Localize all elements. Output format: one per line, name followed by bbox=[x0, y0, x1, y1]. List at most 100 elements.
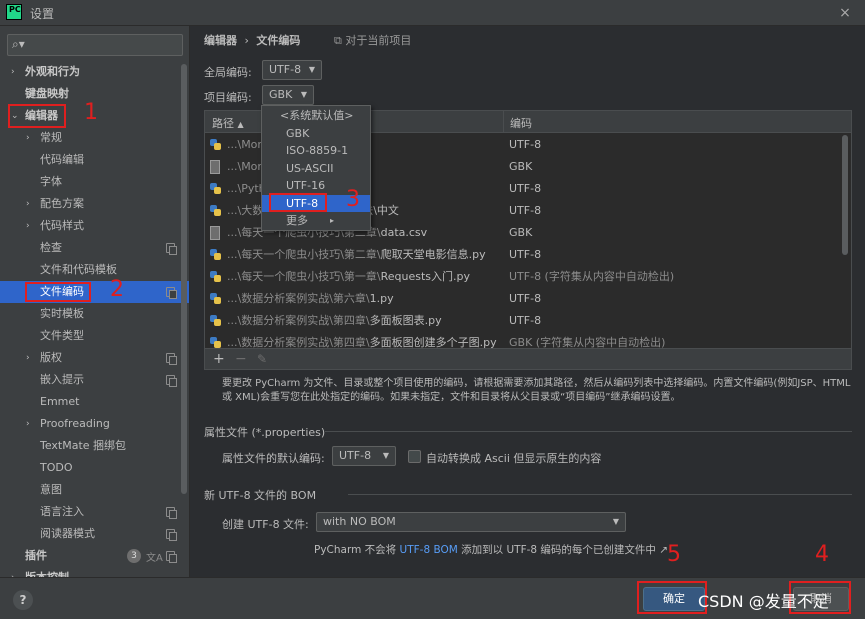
sidebar-item[interactable]: 文件和代码模板 bbox=[0, 259, 189, 281]
annotation-number-1: 1 bbox=[84, 100, 98, 125]
annotation-box-1 bbox=[8, 104, 66, 128]
sidebar-item[interactable]: TextMate 捆绑包 bbox=[0, 435, 189, 457]
chevron-right-icon[interactable]: › bbox=[26, 193, 30, 215]
file-encoding[interactable]: UTF-8 bbox=[509, 310, 541, 332]
sidebar-item-label: 文件和代码模板 bbox=[40, 263, 117, 276]
sidebar-item-label: 常规 bbox=[40, 131, 62, 144]
table-row[interactable]: ...\数据分析案例实战\第四章\多面板图表.py UTF-8 bbox=[205, 310, 851, 332]
chevron-right-icon[interactable]: › bbox=[11, 61, 15, 83]
sidebar-item[interactable]: › Proofreading bbox=[0, 413, 189, 435]
sidebar-item-label: 键盘映射 bbox=[25, 87, 69, 100]
encoding-option[interactable]: US-ASCII bbox=[262, 160, 370, 178]
sidebar-item-label: 嵌入提示 bbox=[40, 373, 84, 386]
annotation-box-5 bbox=[637, 581, 707, 614]
chevron-right-icon[interactable]: › bbox=[26, 127, 30, 149]
sidebar-scrollbar[interactable] bbox=[181, 64, 187, 494]
python-file-icon bbox=[210, 248, 222, 262]
table-row[interactable]: ...\每天一个爬虫小技巧\第一章\Requests入门.py UTF-8 (字符… bbox=[205, 266, 851, 288]
file-encoding[interactable]: UTF-8 (字符集从内容中自动检出) bbox=[509, 266, 674, 288]
add-icon[interactable]: + bbox=[213, 351, 225, 367]
help-button[interactable]: ? bbox=[13, 590, 33, 610]
chevron-down-icon: ▼ bbox=[308, 65, 315, 74]
sidebar-item[interactable]: 语言注入 bbox=[0, 501, 189, 523]
column-header-path[interactable]: 路径 ▲ bbox=[212, 115, 244, 131]
table-scrollbar[interactable] bbox=[842, 135, 848, 255]
chevron-down-icon: ▼ bbox=[612, 517, 619, 526]
sidebar-item[interactable]: › 外观和行为 bbox=[0, 61, 189, 83]
sidebar-item-label: 语言注入 bbox=[40, 505, 84, 518]
python-file-icon bbox=[210, 270, 222, 284]
file-encoding[interactable]: GBK bbox=[509, 222, 532, 244]
properties-encoding-select[interactable]: UTF-8 ▼ bbox=[332, 446, 396, 466]
encoding-description: 要更改 PyCharm 为文件、目录或整个项目使用的编码，请根据需要添加其路径，… bbox=[222, 378, 851, 403]
project-scope-icon bbox=[166, 551, 177, 563]
sort-ascending-icon: ▲ bbox=[237, 120, 244, 129]
table-row[interactable]: ...\数据分析案例实战\第六章\1.py UTF-8 bbox=[205, 288, 851, 310]
file-encoding[interactable]: GBK bbox=[509, 156, 532, 178]
sidebar-item[interactable]: 检查 bbox=[0, 237, 189, 259]
sidebar-item-label: 配色方案 bbox=[40, 197, 84, 210]
close-icon[interactable]: × bbox=[835, 3, 855, 23]
bom-select[interactable]: with NO BOM ▼ bbox=[316, 512, 626, 532]
column-header-encoding[interactable]: 编码 bbox=[510, 115, 532, 131]
breadcrumb: 编辑器 › 文件编码 bbox=[204, 32, 300, 48]
file-encoding[interactable]: UTF-8 bbox=[509, 178, 541, 200]
encoding-option[interactable]: GBK bbox=[262, 125, 370, 143]
chevron-down-icon: ▼ bbox=[382, 451, 389, 460]
global-encoding-select[interactable]: UTF-8 ▼ bbox=[262, 60, 322, 80]
sidebar-item[interactable]: › 版本控制 bbox=[0, 567, 189, 577]
sidebar-item-label: TODO bbox=[40, 461, 73, 474]
sidebar-item[interactable]: › 代码样式 bbox=[0, 215, 189, 237]
file-encoding[interactable]: UTF-8 bbox=[509, 288, 541, 310]
sidebar-item[interactable]: 字体 bbox=[0, 171, 189, 193]
file-encoding[interactable]: UTF-8 bbox=[509, 200, 541, 222]
file-path: ...\数据分析案例实战\第六章\1.py bbox=[227, 292, 394, 305]
sidebar-item-label: TextMate 捆绑包 bbox=[40, 439, 127, 452]
sidebar-item[interactable]: 实时模板 bbox=[0, 303, 189, 325]
sidebar-item[interactable]: › 常规 bbox=[0, 127, 189, 149]
encoding-option[interactable]: ISO-8859-1 bbox=[262, 142, 370, 160]
chevron-right-icon[interactable]: › bbox=[26, 413, 30, 435]
sidebar-item[interactable]: 阅读器模式 bbox=[0, 523, 189, 545]
sidebar-item[interactable]: › 版权 bbox=[0, 347, 189, 369]
sidebar-item[interactable]: 代码编辑 bbox=[0, 149, 189, 171]
sidebar-item[interactable]: 嵌入提示 bbox=[0, 369, 189, 391]
search-icon: ⌕▾ bbox=[12, 37, 25, 51]
table-row[interactable]: ...\每天一个爬虫小技巧\第二章\爬取天堂电影信息.py UTF-8 bbox=[205, 244, 851, 266]
sidebar-item-label: 实时模板 bbox=[40, 307, 84, 320]
chevron-right-icon[interactable]: › bbox=[26, 215, 30, 237]
sidebar-item[interactable]: Emmet bbox=[0, 391, 189, 413]
annotation-box-3 bbox=[269, 193, 327, 212]
chevron-right-icon[interactable]: › bbox=[11, 567, 15, 577]
project-scope-icon bbox=[166, 353, 177, 365]
utf8-bom-link[interactable]: UTF-8 BOM bbox=[400, 544, 458, 556]
sidebar-item-label: 插件 bbox=[25, 549, 47, 562]
project-encoding-select[interactable]: GBK ▼ bbox=[262, 85, 314, 105]
annotation-number-3: 3 bbox=[346, 187, 360, 212]
edit-icon[interactable]: ✎ bbox=[257, 352, 267, 366]
sidebar-item-label: 检查 bbox=[40, 241, 62, 254]
encoding-option[interactable]: <系统默认值> bbox=[262, 107, 370, 125]
ascii-convert-checkbox[interactable] bbox=[408, 450, 421, 463]
breadcrumb-parent[interactable]: 编辑器 bbox=[204, 34, 237, 47]
file-encoding[interactable]: UTF-8 bbox=[509, 244, 541, 266]
encoding-option[interactable]: 更多 ▸ bbox=[262, 212, 370, 230]
sidebar-item-label: 版权 bbox=[40, 351, 62, 364]
settings-search-input[interactable]: ⌕▾ bbox=[7, 34, 183, 56]
encoding-dropdown-list[interactable]: <系统默认值> GBK ISO-8859-1 US-ASCII UTF-16 UTF-8 更… bbox=[261, 105, 371, 231]
sidebar-item[interactable]: 文件类型 bbox=[0, 325, 189, 347]
project-scope-icon bbox=[166, 287, 177, 299]
bom-section-title: 新 UTF-8 文件的 BOM bbox=[204, 489, 317, 502]
sidebar-item[interactable]: 意图 bbox=[0, 479, 189, 501]
chevron-down-icon: ▼ bbox=[300, 90, 307, 99]
project-scope-icon bbox=[166, 243, 177, 255]
file-encoding[interactable]: UTF-8 bbox=[509, 134, 541, 156]
sidebar-item[interactable]: › 配色方案 bbox=[0, 193, 189, 215]
python-file-icon bbox=[210, 182, 222, 196]
remove-icon[interactable]: − bbox=[235, 351, 247, 367]
sidebar-item[interactable]: TODO bbox=[0, 457, 189, 479]
title-bar bbox=[0, 0, 865, 26]
sidebar-item-label: Emmet bbox=[40, 395, 80, 408]
divider bbox=[348, 494, 852, 495]
chevron-right-icon[interactable]: › bbox=[26, 347, 30, 369]
